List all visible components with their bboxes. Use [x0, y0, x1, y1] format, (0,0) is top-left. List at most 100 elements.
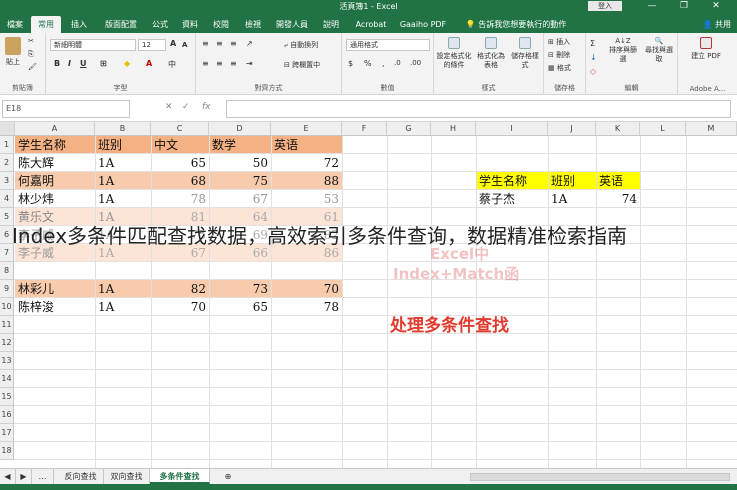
- column-header[interactable]: I: [476, 122, 548, 136]
- table-cell[interactable]: 82: [151, 280, 209, 298]
- lookup-cell[interactable]: 蔡子杰: [476, 190, 548, 208]
- tab-review[interactable]: 校閱: [208, 16, 234, 33]
- column-header[interactable]: D: [209, 122, 271, 136]
- table-cell[interactable]: 65: [209, 298, 271, 316]
- row-header[interactable]: 11: [0, 316, 14, 334]
- row-header[interactable]: 2: [0, 154, 14, 172]
- fill-color-icon[interactable]: ◆: [124, 59, 130, 68]
- tab-formulas[interactable]: 公式: [147, 16, 173, 33]
- sheet-tab[interactable]: 反向查找: [58, 469, 104, 484]
- table-cell[interactable]: 70: [271, 280, 342, 298]
- table-header-cell[interactable]: 数学: [209, 136, 271, 154]
- row-header[interactable]: 4: [0, 190, 14, 208]
- bold-icon[interactable]: B: [54, 59, 60, 68]
- format-table-button[interactable]: 格式化為表格: [474, 37, 508, 70]
- increase-decimal-icon[interactable]: .0: [394, 59, 401, 67]
- lookup-header-cell[interactable]: 班别: [548, 172, 596, 190]
- next-sheet-icon[interactable]: ▶: [16, 469, 32, 484]
- column-header[interactable]: A: [15, 122, 95, 136]
- column-header[interactable]: C: [151, 122, 209, 136]
- align-center-icon[interactable]: ≡: [216, 59, 223, 68]
- table-cell[interactable]: 67: [209, 190, 271, 208]
- column-header[interactable]: G: [387, 122, 431, 136]
- font-size-select[interactable]: 12: [138, 39, 166, 51]
- table-cell[interactable]: 陈梓浚: [15, 298, 95, 316]
- row-header[interactable]: 3: [0, 172, 14, 190]
- underline-icon[interactable]: U: [80, 59, 87, 68]
- lookup-cell[interactable]: 74: [596, 190, 640, 208]
- column-header[interactable]: B: [95, 122, 151, 136]
- column-header[interactable]: H: [431, 122, 476, 136]
- table-cell[interactable]: 陈大辉: [15, 154, 95, 172]
- column-header[interactable]: E: [271, 122, 342, 136]
- table-cell[interactable]: 1A: [95, 172, 151, 190]
- create-pdf-button[interactable]: 建立 PDF: [688, 37, 724, 61]
- grow-font-icon[interactable]: A: [170, 39, 176, 48]
- comma-icon[interactable]: ,: [382, 59, 385, 68]
- align-middle-icon[interactable]: ≡: [216, 39, 223, 48]
- row-header[interactable]: 9: [0, 280, 14, 298]
- table-cell[interactable]: 65: [151, 154, 209, 172]
- column-header[interactable]: M: [686, 122, 737, 136]
- lookup-header-cell[interactable]: 英语: [596, 172, 640, 190]
- tab-acrobat[interactable]: Acrobat: [352, 16, 390, 33]
- row-header[interactable]: 1: [0, 136, 14, 154]
- tab-gaaiho-pdf[interactable]: Gaaiho PDF: [398, 16, 448, 33]
- cancel-icon[interactable]: ✕: [165, 102, 173, 112]
- currency-icon[interactable]: $: [348, 59, 353, 68]
- row-header[interactable]: 17: [0, 424, 14, 442]
- find-select-button[interactable]: 🔍 尋找與選取: [642, 37, 676, 64]
- format-painter-icon[interactable]: 🖌: [28, 63, 37, 72]
- more-sheets-icon[interactable]: …: [32, 469, 54, 484]
- table-cell[interactable]: 68: [151, 172, 209, 190]
- enter-icon[interactable]: ✓: [182, 102, 190, 112]
- table-cell[interactable]: 78: [151, 190, 209, 208]
- tab-developer[interactable]: 開發人員: [273, 16, 311, 33]
- align-top-icon[interactable]: ≡: [202, 39, 209, 48]
- copy-icon[interactable]: ⎘: [28, 50, 34, 59]
- table-cell[interactable]: 林少炜: [15, 190, 95, 208]
- column-header[interactable]: L: [640, 122, 686, 136]
- prev-sheet-icon[interactable]: ◀: [0, 469, 16, 484]
- table-cell[interactable]: 何嘉明: [15, 172, 95, 190]
- row-header[interactable]: 18: [0, 442, 14, 460]
- indent-icon[interactable]: ⇥: [246, 59, 253, 68]
- align-left-icon[interactable]: ≡: [202, 59, 209, 68]
- table-cell[interactable]: 50: [209, 154, 271, 172]
- borders-icon[interactable]: ⊞: [100, 59, 107, 68]
- fill-icon[interactable]: ↓: [590, 53, 597, 62]
- table-header-cell[interactable]: 班别: [95, 136, 151, 154]
- signin-button[interactable]: 登入: [588, 1, 622, 11]
- shrink-font-icon[interactable]: A: [182, 41, 187, 49]
- row-header[interactable]: 12: [0, 334, 14, 352]
- name-box[interactable]: E18: [2, 100, 130, 118]
- select-all-corner[interactable]: [0, 122, 15, 136]
- font-color-icon[interactable]: A: [146, 59, 152, 68]
- restore-button[interactable]: ❐: [672, 0, 696, 13]
- row-header[interactable]: 14: [0, 370, 14, 388]
- wrap-text-button[interactable]: ⤶ 自動換列: [284, 41, 318, 50]
- lookup-header-cell[interactable]: 学生名称: [476, 172, 548, 190]
- close-button[interactable]: ✕: [704, 0, 728, 13]
- row-header[interactable]: 15: [0, 388, 14, 406]
- add-sheet-icon[interactable]: ⊕: [220, 469, 236, 484]
- sheet-tab-active[interactable]: 多条件查找: [150, 469, 210, 484]
- autosum-icon[interactable]: Σ: [590, 39, 595, 48]
- tab-view[interactable]: 檢視: [240, 16, 266, 33]
- table-cell[interactable]: 林彩儿: [15, 280, 95, 298]
- table-cell[interactable]: 75: [209, 172, 271, 190]
- minimize-button[interactable]: —: [640, 0, 664, 13]
- row-header[interactable]: 16: [0, 406, 14, 424]
- font-name-select[interactable]: 新細明體: [50, 39, 136, 51]
- row-header[interactable]: 8: [0, 262, 14, 280]
- table-cell[interactable]: 1A: [95, 298, 151, 316]
- share-button[interactable]: 👤 共用: [702, 16, 731, 33]
- table-cell[interactable]: 53: [271, 190, 342, 208]
- formula-input[interactable]: [226, 100, 731, 118]
- worksheet-grid[interactable]: 1 2 3 4 5 6 7 8 9 10 11 12 13 14 15 16 1…: [0, 136, 737, 468]
- number-format-select[interactable]: 通用格式: [346, 39, 430, 51]
- tab-insert[interactable]: 插入: [65, 16, 93, 33]
- format-cells-button[interactable]: ▦ 格式: [548, 64, 571, 73]
- table-cell[interactable]: 78: [271, 298, 342, 316]
- tab-data[interactable]: 資料: [177, 16, 203, 33]
